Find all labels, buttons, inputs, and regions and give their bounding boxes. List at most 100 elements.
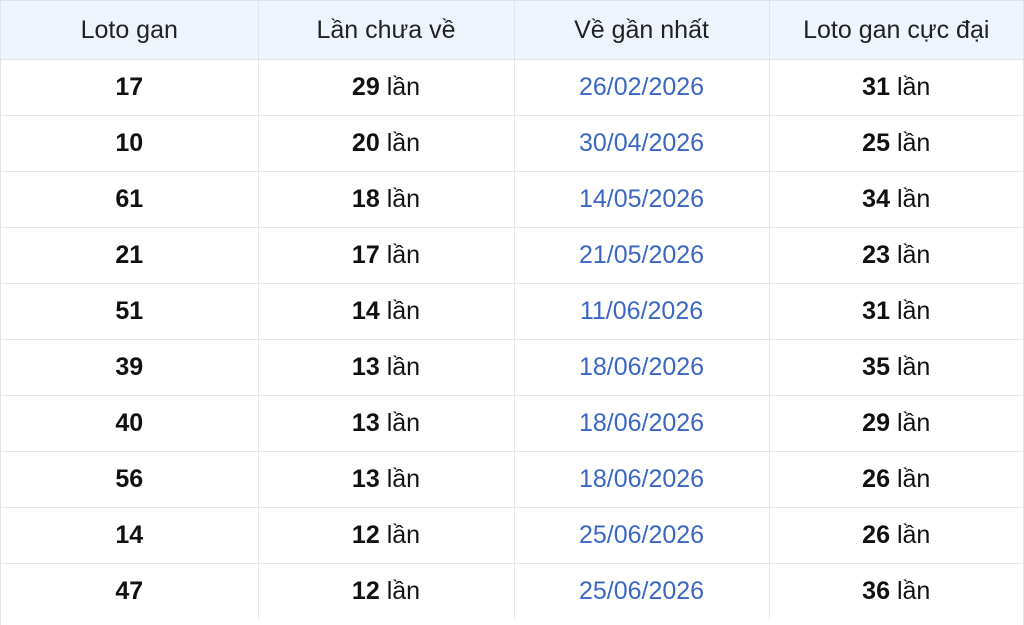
last-seen-date: 21/05/2026 (578, 241, 705, 269)
last-seen-date: 14/05/2026 (578, 185, 705, 213)
missed-count-cell: 12 lần (258, 563, 515, 619)
missed-count-unit: lần (386, 185, 421, 213)
max-gan-cell: 26 lần (769, 507, 1023, 564)
header-row: Loto gan Lần chưa về Về gần nhất Loto ga… (1, 1, 1023, 60)
missed-count-unit: lần (386, 409, 421, 437)
missed-count-unit: lần (386, 521, 421, 549)
max-gan-value: 36 (862, 577, 890, 605)
last-seen-date: 18/06/2026 (578, 409, 705, 437)
missed-count-value: 29 (351, 73, 380, 101)
max-gan-unit: lần (896, 129, 931, 157)
max-gan-cell: 23 lần (769, 227, 1023, 284)
last-seen-cell: 26/02/2026 (514, 59, 770, 116)
max-gan-unit: lần (896, 353, 931, 381)
missed-count-value: 12 (351, 521, 380, 549)
table-row: 61 18 lần 14/05/2026 34 lần (1, 171, 1023, 228)
last-seen-cell: 14/05/2026 (514, 171, 770, 228)
loto-number: 61 (115, 185, 144, 213)
last-seen-cell: 18/06/2026 (514, 451, 770, 508)
last-seen-date: 26/02/2026 (578, 73, 705, 101)
table-row: 14 12 lần 25/06/2026 26 lần (1, 507, 1023, 564)
loto-number: 10 (115, 129, 144, 157)
max-gan-unit: lần (896, 185, 931, 213)
max-gan-value: 34 (862, 185, 890, 213)
loto-gan-table: Loto gan Lần chưa về Về gần nhất Loto ga… (1, 1, 1023, 619)
max-gan-value: 31 (862, 297, 890, 325)
loto-number-cell: 61 (1, 171, 259, 228)
last-seen-cell: 18/06/2026 (514, 339, 770, 396)
max-gan-cell: 29 lần (769, 395, 1023, 452)
last-seen-cell: 21/05/2026 (514, 227, 770, 284)
missed-count-value: 14 (351, 297, 380, 325)
missed-count-value: 13 (351, 465, 380, 493)
loto-number-cell: 40 (1, 395, 259, 452)
max-gan-cell: 31 lần (769, 59, 1023, 116)
table-row: 47 12 lần 25/06/2026 36 lần (1, 563, 1023, 620)
missed-count-value: 18 (351, 185, 380, 213)
max-gan-cell: 36 lần (769, 564, 1023, 620)
loto-number: 40 (115, 409, 144, 437)
max-gan-value: 26 (862, 465, 890, 493)
max-gan-unit: lần (896, 465, 931, 493)
max-gan-value: 31 (862, 73, 890, 101)
header-max-gan: Loto gan cực đại (769, 1, 1023, 60)
table-row: 56 13 lần 18/06/2026 26 lần (1, 451, 1023, 508)
loto-number: 56 (115, 465, 144, 493)
table-row: 21 17 lần 21/05/2026 23 lần (1, 227, 1023, 284)
missed-count-value: 17 (351, 241, 380, 269)
max-gan-value: 23 (862, 241, 890, 269)
max-gan-cell: 35 lần (769, 339, 1023, 396)
missed-count-cell: 18 lần (258, 171, 515, 228)
last-seen-date: 18/06/2026 (578, 465, 705, 493)
loto-number-cell: 47 (1, 563, 259, 619)
last-seen-cell: 25/06/2026 (514, 563, 770, 619)
missed-count-value: 13 (351, 353, 380, 381)
missed-count-unit: lần (386, 297, 421, 325)
max-gan-cell: 31 lần (769, 283, 1023, 340)
max-gan-unit: lần (896, 409, 931, 437)
last-seen-date: 25/06/2026 (578, 577, 705, 605)
loto-number-cell: 14 (1, 507, 259, 564)
header-missed-count: Lần chưa về (258, 1, 515, 60)
header-loto-gan: Loto gan (1, 1, 259, 60)
table-row: 39 13 lần 18/06/2026 35 lần (1, 339, 1023, 396)
loto-number-cell: 17 (1, 59, 259, 116)
missed-count-cell: 13 lần (258, 339, 515, 396)
loto-number-cell: 56 (1, 451, 259, 508)
last-seen-date: 11/06/2026 (579, 297, 704, 325)
last-seen-date: 25/06/2026 (578, 521, 705, 549)
missed-count-value: 13 (351, 409, 380, 437)
max-gan-cell: 34 lần (769, 171, 1023, 228)
table-body: 17 29 lần 26/02/2026 31 lần 10 20 lần 30/04/20… (1, 59, 1023, 620)
max-gan-value: 25 (862, 129, 890, 157)
max-gan-value: 29 (862, 409, 890, 437)
table-row: 40 13 lần 18/06/2026 29 lần (1, 395, 1023, 452)
max-gan-unit: lần (896, 241, 931, 269)
missed-count-value: 20 (351, 129, 380, 157)
table-row: 17 29 lần 26/02/2026 31 lần (1, 59, 1023, 116)
missed-count-cell: 17 lần (258, 227, 515, 284)
max-gan-cell: 25 lần (769, 115, 1023, 172)
max-gan-value: 26 (862, 521, 890, 549)
missed-count-value: 12 (351, 577, 380, 605)
missed-count-unit: lần (386, 241, 421, 269)
max-gan-unit: lần (896, 297, 931, 325)
missed-count-unit: lần (386, 465, 421, 493)
loto-number: 47 (115, 577, 144, 605)
loto-gan-table-container: Loto gan Lần chưa về Về gần nhất Loto ga… (0, 0, 1024, 625)
max-gan-cell: 26 lần (769, 451, 1023, 508)
last-seen-date: 18/06/2026 (578, 353, 705, 381)
missed-count-cell: 13 lần (258, 395, 515, 452)
loto-number: 21 (115, 241, 144, 269)
missed-count-cell: 13 lần (258, 451, 515, 508)
last-seen-date: 30/04/2026 (578, 129, 705, 157)
missed-count-cell: 20 lần (258, 115, 515, 172)
table-row: 10 20 lần 30/04/2026 25 lần (1, 115, 1023, 172)
last-seen-cell: 18/06/2026 (514, 395, 770, 452)
loto-number-cell: 10 (1, 115, 259, 172)
loto-number: 14 (115, 521, 144, 549)
missed-count-cell: 29 lần (258, 59, 515, 116)
table-row: 51 14 lần 11/06/2026 31 lần (1, 283, 1023, 340)
loto-number: 39 (115, 353, 144, 381)
last-seen-cell: 11/06/2026 (514, 283, 770, 340)
